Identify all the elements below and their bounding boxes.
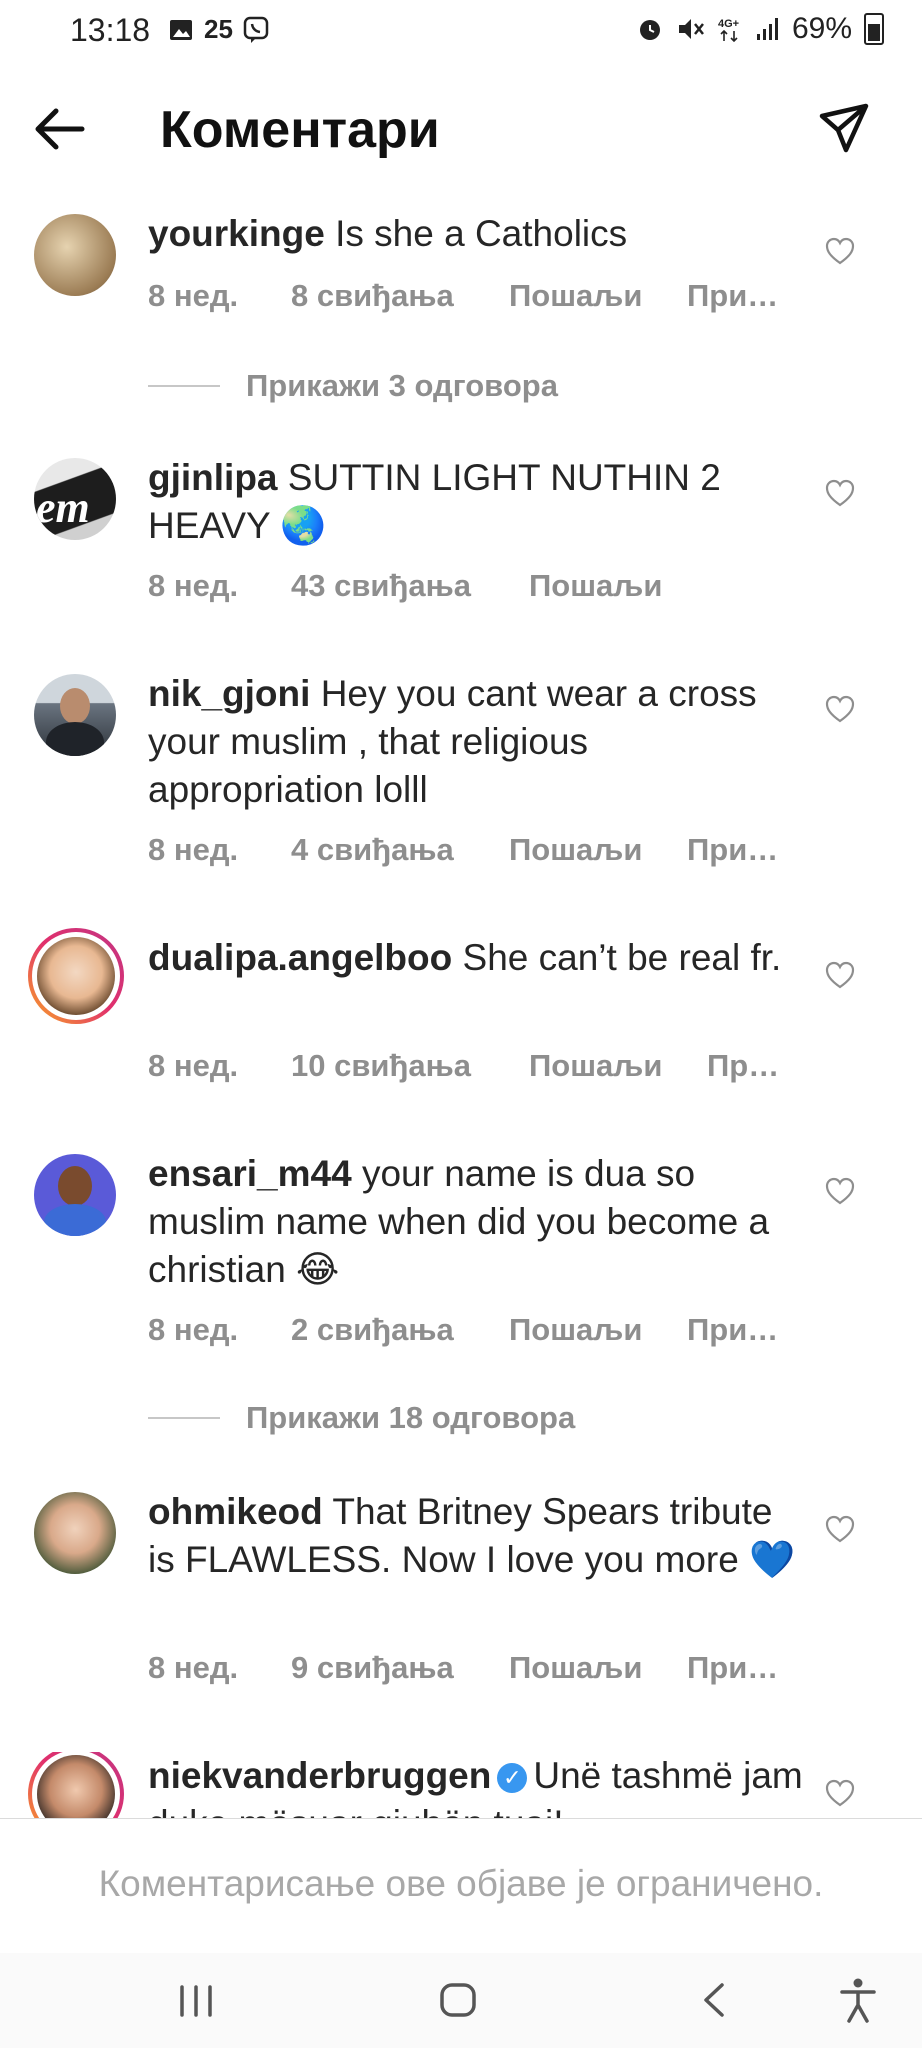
heart-icon[interactable]: [824, 1778, 856, 1808]
status-left-icons: 25: [168, 14, 269, 45]
comment-meta: 8 нед. 43 свиђања Пошаљи: [148, 568, 662, 604]
comment-username[interactable]: nik_gjoni: [148, 673, 310, 714]
verified-badge-icon: ✓: [497, 1763, 528, 1793]
comment-text: ensari_m44 your name is dua so muslim na…: [148, 1150, 808, 1294]
comment-age: 8 нед.: [148, 568, 239, 603]
comment-item: niekvanderbruggen✓Unë tashmë jam duke më…: [0, 1752, 922, 1818]
comment-username[interactable]: dualipa.angelboo: [148, 937, 452, 978]
header: Коментари: [0, 80, 922, 180]
comment-text: dualipa.angelboo She can’t be real fr.: [148, 934, 808, 982]
heart-icon[interactable]: [824, 1176, 856, 1206]
comment-likes[interactable]: 8 свиђања: [291, 278, 509, 314]
comment-body: She can’t be real fr.: [462, 937, 782, 978]
comment-text: yourkinge Is she a Catholics: [148, 210, 808, 258]
comment-more-button[interactable]: При…: [687, 1650, 778, 1686]
comment-text: gjinlipa SUTTIN LIGHT NUTHIN 2 HEAVY 🌏: [148, 454, 808, 550]
avatar[interactable]: [28, 1752, 124, 1818]
battery-percent: 69%: [791, 12, 852, 45]
avatar[interactable]: [34, 214, 116, 296]
heart-icon[interactable]: [824, 694, 856, 724]
comment-meta: 8 нед. 4 свиђања Пошаљи При…: [148, 832, 778, 868]
comment-likes[interactable]: 4 свиђања: [291, 832, 509, 868]
comment-age: 8 нед.: [148, 1048, 239, 1083]
alarm-icon: [639, 20, 660, 40]
paper-plane-icon[interactable]: [816, 100, 872, 156]
comment-send-button[interactable]: Пошаљи: [509, 1312, 687, 1348]
status-bar: 13:18 25 4G+ 69%: [0, 0, 922, 66]
comments-restricted-bar: Коментарисање ове објаве је ограничено.: [0, 1818, 922, 1954]
avatar[interactable]: [34, 1154, 116, 1236]
comment-likes[interactable]: 43 свиђања: [291, 568, 529, 604]
comment-age: 8 нед.: [148, 278, 239, 313]
comment-username[interactable]: ohmikeod: [148, 1491, 323, 1532]
comment-likes[interactable]: 2 свиђања: [291, 1312, 509, 1348]
heart-icon[interactable]: [824, 1514, 856, 1544]
view-replies-label: Прикажи 18 одговора: [246, 1400, 576, 1435]
page-title: Коментари: [160, 101, 440, 159]
4g-icon: 4G+: [718, 18, 739, 43]
avatar[interactable]: [34, 674, 116, 756]
comment-username[interactable]: yourkinge: [148, 213, 325, 254]
comment-send-button[interactable]: Пошаљи: [529, 1048, 707, 1084]
comment-send-button[interactable]: Пошаљи: [509, 1650, 687, 1686]
comment-meta: 8 нед. 9 свиђања Пошаљи При…: [148, 1650, 778, 1686]
view-replies-label: Прикажи 3 одговора: [246, 368, 558, 403]
comment-meta: 8 нед. 8 свиђања Пошаљи При…: [148, 278, 778, 314]
comment-text: ohmikeod That Britney Spears tribute is …: [148, 1488, 808, 1584]
comment-more-button[interactable]: При…: [687, 278, 778, 314]
comment-age: 8 нед.: [148, 832, 239, 867]
comment-likes[interactable]: 10 свиђања: [291, 1048, 529, 1084]
comment-text: nik_gjoni Hey you cant wear a cross your…: [148, 670, 808, 814]
comments-restricted-message: Коментарисање ове објаве је ограничено.: [98, 1863, 824, 1904]
replies-divider: [148, 1417, 220, 1419]
status-right-icons: 4G+ 69%: [636, 12, 884, 46]
comment-send-button[interactable]: Пошаљи: [509, 832, 687, 868]
view-replies-button[interactable]: Прикажи 3 одговора: [148, 368, 558, 404]
notification-count: 25: [204, 14, 233, 44]
comment-more-button[interactable]: При…: [687, 1312, 778, 1348]
comment-more-button[interactable]: При…: [687, 832, 778, 868]
comment-more-button[interactable]: Пр…: [707, 1048, 779, 1084]
mute-icon: [678, 19, 704, 39]
view-replies-button[interactable]: Прикажи 18 одговора: [148, 1400, 575, 1436]
heart-icon[interactable]: [824, 960, 856, 990]
signal-icon: [756, 18, 778, 40]
comment-text: niekvanderbruggen✓Unë tashmë jam duke më…: [148, 1752, 808, 1818]
svg-text:4G+: 4G+: [718, 18, 739, 30]
avatar[interactable]: em: [34, 458, 116, 540]
comment-username[interactable]: gjinlipa: [148, 457, 278, 498]
comment-meta: 8 нед. 2 свиђања Пошаљи При…: [148, 1312, 778, 1348]
accessibility-icon[interactable]: [838, 1975, 878, 2025]
comment-age: 8 нед.: [148, 1312, 239, 1347]
system-nav-bar: [0, 1953, 922, 2048]
comment-username[interactable]: ensari_m44: [148, 1153, 352, 1194]
recents-icon[interactable]: [176, 1975, 216, 2025]
comment-body: Is she a Catholics: [335, 213, 628, 254]
comment-send-button[interactable]: Пошаљи: [509, 278, 687, 314]
viber-icon: [243, 16, 269, 43]
avatar[interactable]: [34, 1492, 116, 1574]
avatar[interactable]: [28, 928, 124, 1024]
heart-icon[interactable]: [824, 236, 856, 266]
comment-age: 8 нед.: [148, 1650, 239, 1685]
comment-username[interactable]: niekvanderbruggen: [148, 1755, 491, 1796]
gallery-icon: [170, 19, 192, 40]
battery-icon: [864, 13, 884, 45]
comment-meta: 8 нед. 10 свиђања Пошаљи Пр…: [148, 1048, 779, 1084]
arrow-left-icon[interactable]: [30, 104, 90, 154]
status-time: 13:18: [70, 12, 151, 48]
heart-icon[interactable]: [824, 478, 856, 508]
replies-divider: [148, 385, 220, 387]
avatar-logo-text: em: [36, 483, 90, 532]
home-icon[interactable]: [434, 1975, 484, 2025]
comment-likes[interactable]: 9 свиђања: [291, 1650, 509, 1686]
back-icon[interactable]: [696, 1975, 732, 2025]
comment-send-button[interactable]: Пошаљи: [529, 568, 662, 604]
